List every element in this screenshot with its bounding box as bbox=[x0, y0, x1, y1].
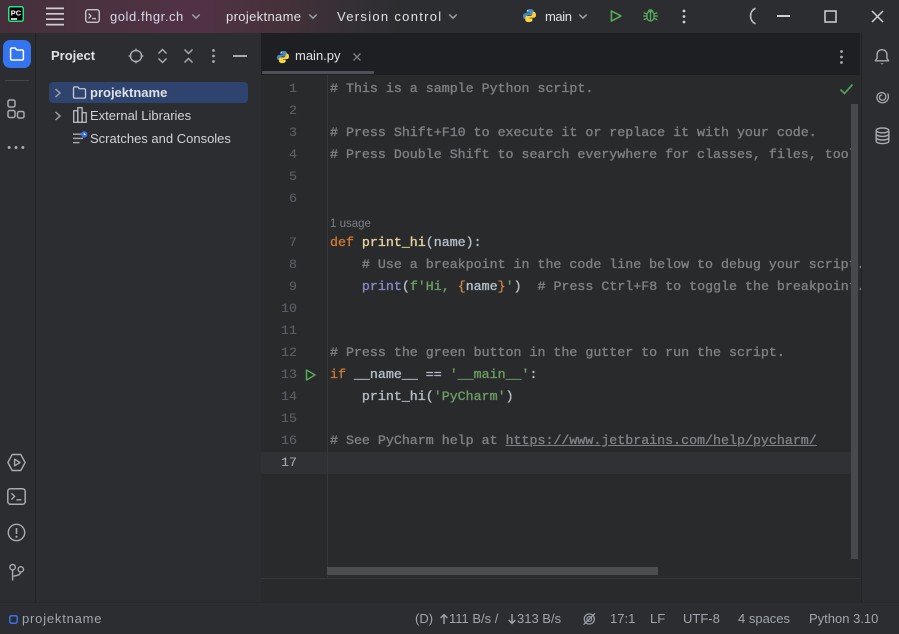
svg-text:PC: PC bbox=[11, 9, 22, 18]
